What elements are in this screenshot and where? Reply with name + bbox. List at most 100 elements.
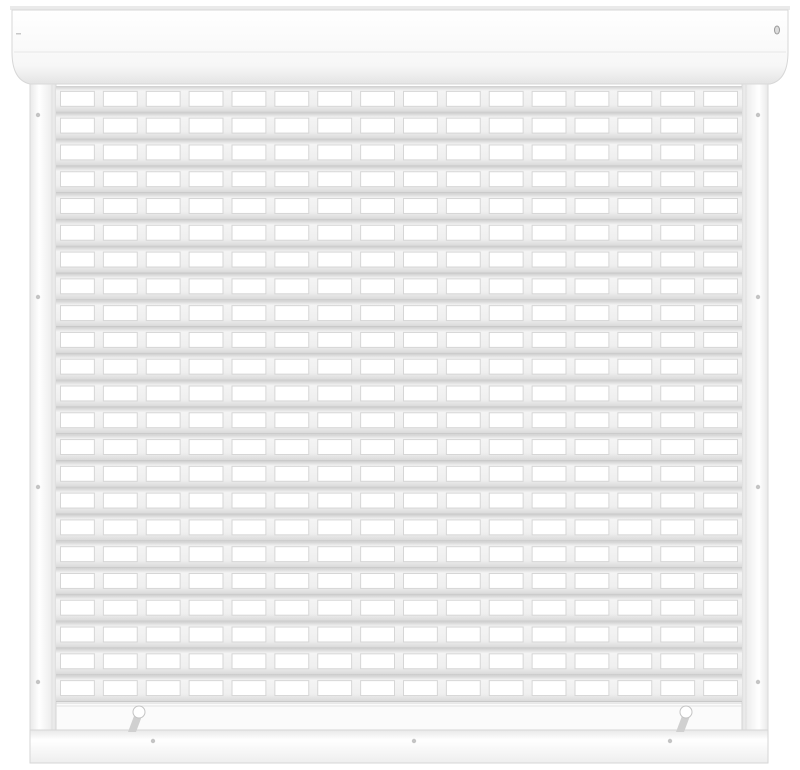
slot <box>532 547 566 562</box>
screw <box>755 294 761 300</box>
slot <box>61 359 94 374</box>
slot <box>146 627 180 642</box>
slot <box>532 359 566 374</box>
slot <box>404 440 437 454</box>
slot <box>446 332 480 347</box>
slot <box>489 252 523 267</box>
slot <box>361 440 394 454</box>
slot <box>575 654 609 669</box>
slot <box>146 466 180 481</box>
slot <box>189 172 223 187</box>
slot <box>275 627 309 642</box>
slot <box>361 600 394 615</box>
slot <box>446 600 480 615</box>
slot <box>103 145 137 160</box>
slot <box>704 145 737 160</box>
slot <box>575 172 609 187</box>
slat-curtain <box>56 86 742 702</box>
slot <box>446 440 480 454</box>
slot <box>489 466 523 481</box>
slot <box>318 118 352 133</box>
slot <box>404 573 437 588</box>
slot <box>146 172 180 187</box>
slot <box>318 681 352 696</box>
slot <box>575 199 609 213</box>
slot <box>704 306 737 321</box>
screw <box>667 738 673 744</box>
slot <box>661 493 695 508</box>
slot <box>404 547 437 562</box>
slot <box>446 252 480 267</box>
slot <box>532 118 566 133</box>
screw <box>35 679 41 685</box>
slot <box>446 654 480 669</box>
slot <box>661 386 695 401</box>
slot <box>489 627 523 642</box>
slot <box>146 145 180 160</box>
slot <box>189 627 223 642</box>
slot <box>446 520 480 535</box>
slot <box>575 332 609 347</box>
slot <box>404 413 437 428</box>
slot <box>532 172 566 187</box>
slot <box>575 386 609 401</box>
slot <box>618 573 652 588</box>
slot <box>189 547 223 562</box>
slot <box>489 600 523 615</box>
roller-box <box>10 6 790 85</box>
slot <box>189 681 223 696</box>
slot <box>404 252 437 267</box>
slot <box>189 386 223 401</box>
slot <box>103 520 137 535</box>
slot <box>661 279 695 294</box>
slot <box>189 145 223 160</box>
slot <box>661 199 695 213</box>
right-guide-rail <box>741 83 769 731</box>
slot <box>275 199 309 213</box>
slot <box>232 332 266 347</box>
slot <box>532 332 566 347</box>
slot <box>704 386 737 401</box>
roller-shutter <box>10 6 790 764</box>
slot <box>275 547 309 562</box>
slot <box>489 199 523 213</box>
slot <box>446 172 480 187</box>
slot <box>618 306 652 321</box>
slot <box>704 279 737 294</box>
slot <box>532 306 566 321</box>
slot <box>275 440 309 454</box>
slot <box>103 279 137 294</box>
slot <box>404 91 437 106</box>
slot <box>361 279 394 294</box>
bottom-bar <box>55 702 743 731</box>
slot <box>61 145 94 160</box>
slot <box>704 332 737 347</box>
slot <box>361 627 394 642</box>
slot <box>489 332 523 347</box>
slot <box>704 466 737 481</box>
slot <box>189 332 223 347</box>
slot <box>618 252 652 267</box>
slot <box>404 386 437 401</box>
slot <box>61 252 94 267</box>
slot <box>489 654 523 669</box>
slot <box>232 306 266 321</box>
slot <box>489 225 523 240</box>
slot <box>318 252 352 267</box>
slot <box>532 279 566 294</box>
slot <box>275 654 309 669</box>
slot <box>318 172 352 187</box>
slot <box>661 547 695 562</box>
screw <box>755 484 761 490</box>
slot <box>661 118 695 133</box>
slot <box>103 359 137 374</box>
slot <box>404 306 437 321</box>
slot <box>189 252 223 267</box>
slot <box>618 118 652 133</box>
slot <box>532 466 566 481</box>
slot <box>575 466 609 481</box>
slot <box>103 466 137 481</box>
slot <box>275 332 309 347</box>
slot <box>404 145 437 160</box>
slot <box>103 413 137 428</box>
